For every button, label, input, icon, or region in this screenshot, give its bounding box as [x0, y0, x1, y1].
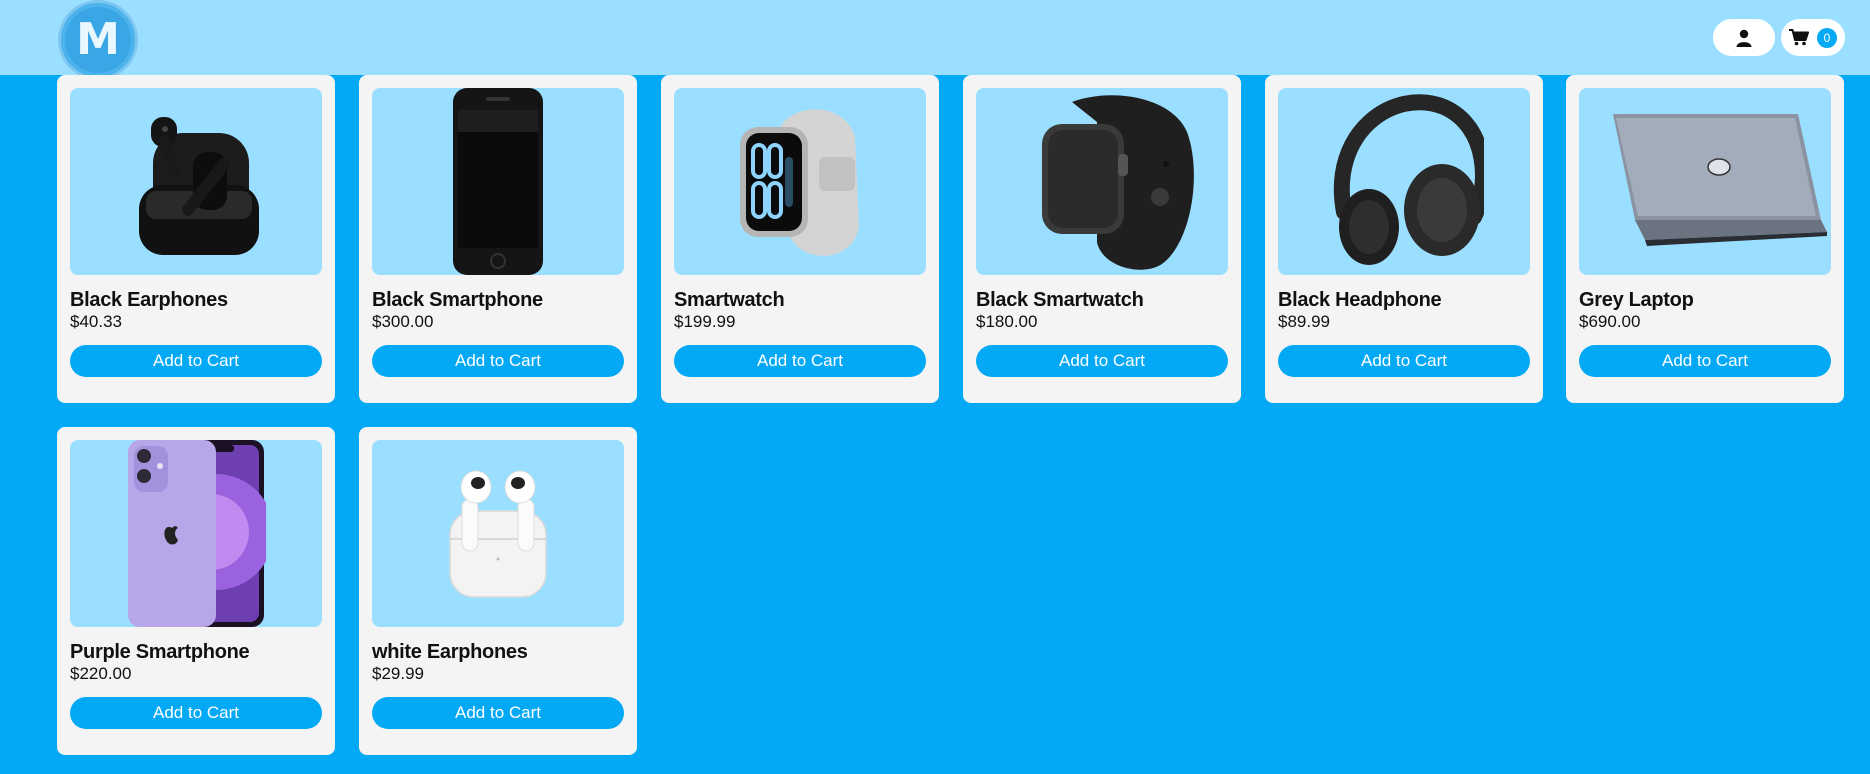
- product-card: Black Earphones $40.33 Add to Cart: [57, 75, 335, 403]
- site-header: M 0: [0, 0, 1870, 80]
- product-name: Purple Smartphone: [70, 641, 250, 663]
- product-name: Black Smartwatch: [976, 289, 1144, 311]
- add-to-cart-button[interactable]: Add to Cart: [70, 345, 322, 377]
- product-card: Purple Smartphone $220.00 Add to Cart: [57, 427, 335, 755]
- add-to-cart-button[interactable]: Add to Cart: [674, 345, 926, 377]
- add-to-cart-button[interactable]: Add to Cart: [976, 345, 1228, 377]
- black-smartphone-image: [453, 88, 543, 275]
- product-image[interactable]: [976, 88, 1228, 275]
- cart-count-badge: 0: [1817, 27, 1837, 48]
- logo-letter: M: [76, 14, 120, 65]
- product-image[interactable]: [70, 440, 322, 627]
- product-card: Black Smartphone $300.00 Add to Cart: [359, 75, 637, 403]
- product-name: Black Smartphone: [372, 289, 543, 311]
- product-image[interactable]: [372, 88, 624, 275]
- account-button[interactable]: [1713, 19, 1775, 56]
- add-to-cart-button[interactable]: Add to Cart: [372, 697, 624, 729]
- black-earphones-image: [139, 116, 259, 255]
- product-name: Black Headphone: [1278, 289, 1442, 311]
- product-name: Black Earphones: [70, 289, 228, 311]
- product-price: $180.00: [976, 312, 1038, 331]
- smartwatch-image: [740, 108, 859, 256]
- product-card: Black Smartwatch $180.00 Add to Cart: [963, 75, 1241, 403]
- product-image[interactable]: [1278, 88, 1530, 275]
- grey-laptop-image: [1613, 113, 1827, 246]
- product-image[interactable]: [372, 440, 624, 627]
- product-price: $690.00: [1579, 312, 1641, 331]
- cart-button[interactable]: 0: [1781, 19, 1845, 56]
- add-to-cart-button[interactable]: Add to Cart: [1278, 345, 1530, 377]
- product-price: $199.99: [674, 312, 736, 331]
- product-name: Smartwatch: [674, 289, 785, 311]
- product-name: Grey Laptop: [1579, 289, 1694, 311]
- site-logo[interactable]: M: [58, 0, 138, 80]
- cart-icon: [1789, 29, 1809, 46]
- product-image[interactable]: [70, 88, 322, 275]
- add-to-cart-button[interactable]: Add to Cart: [372, 345, 624, 377]
- product-card: Black Headphone $89.99 Add to Cart: [1265, 75, 1543, 403]
- white-earphones-image: [449, 470, 547, 598]
- black-headphone-image: [1334, 93, 1484, 265]
- product-card: Smartwatch $199.99 Add to Cart: [661, 75, 939, 403]
- add-to-cart-button[interactable]: Add to Cart: [70, 697, 322, 729]
- product-image[interactable]: [1579, 88, 1831, 275]
- product-card: white Earphones $29.99 Add to Cart: [359, 427, 637, 755]
- purple-smartphone-image: [128, 440, 266, 627]
- product-price: $220.00: [70, 664, 132, 683]
- product-image[interactable]: [674, 88, 926, 275]
- product-price: $29.99: [372, 664, 424, 683]
- add-to-cart-button[interactable]: Add to Cart: [1579, 345, 1831, 377]
- black-smartwatch-image: [1042, 94, 1194, 270]
- product-price: $89.99: [1278, 312, 1330, 331]
- product-price: $40.33: [70, 312, 122, 331]
- product-name: white Earphones: [372, 641, 528, 663]
- product-price: $300.00: [372, 312, 434, 331]
- product-card: Grey Laptop $690.00 Add to Cart: [1566, 75, 1844, 403]
- user-icon: [1736, 29, 1752, 47]
